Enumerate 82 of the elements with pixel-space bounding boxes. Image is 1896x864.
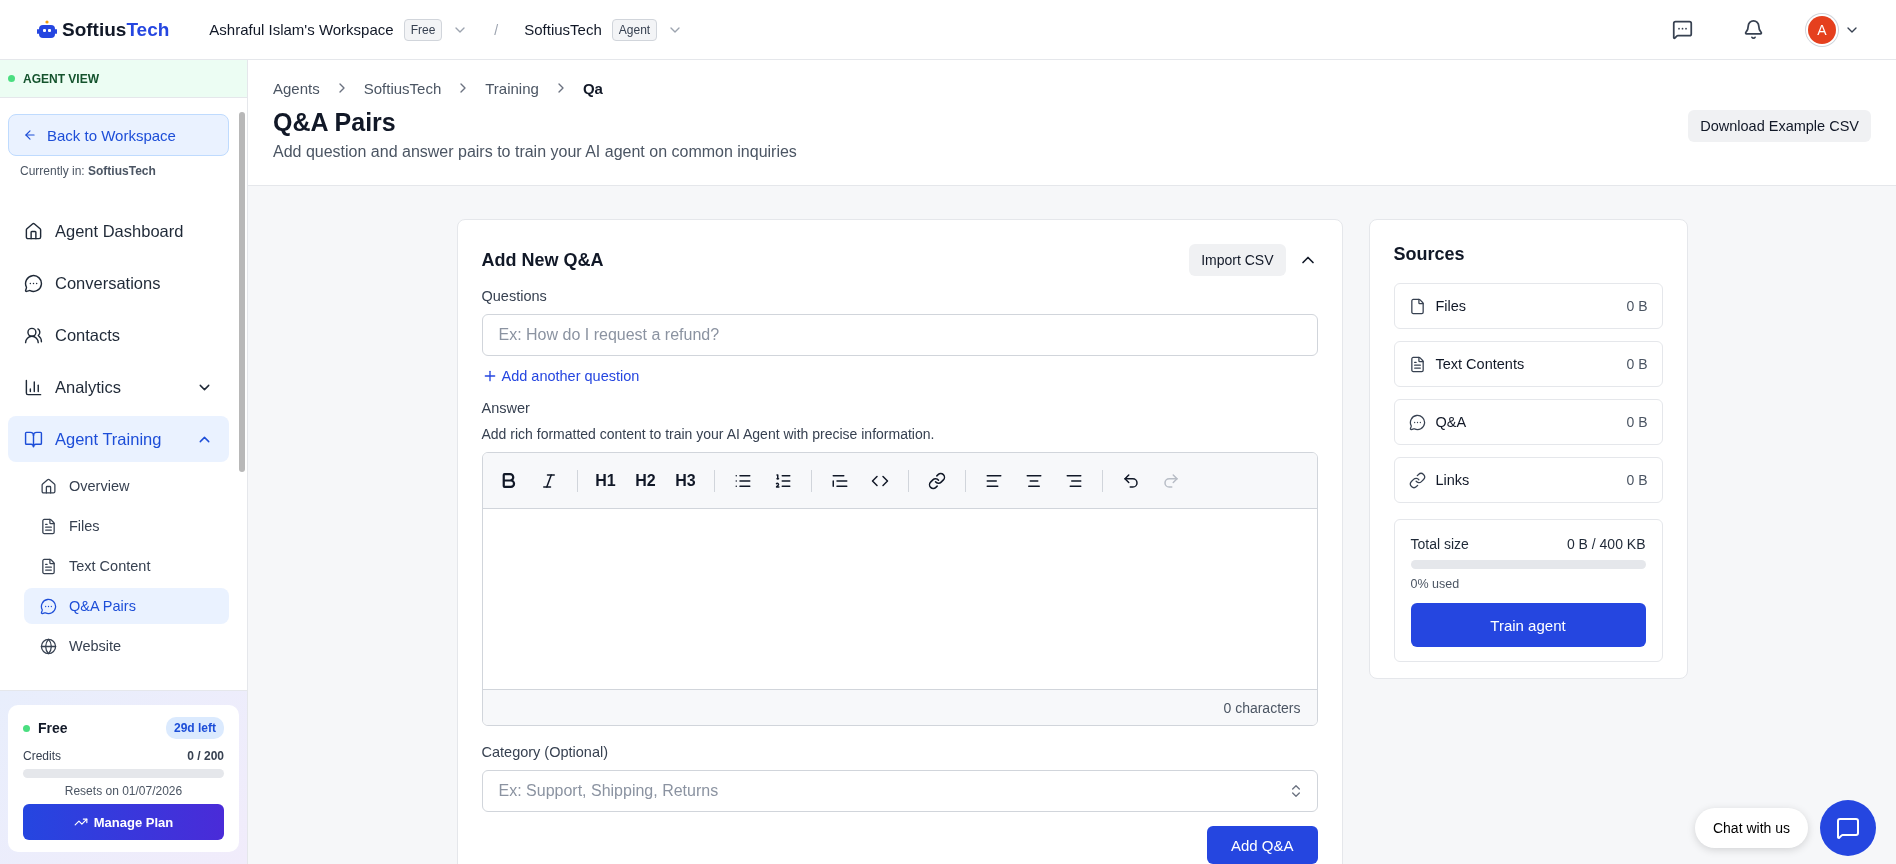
chat-bubble-icon xyxy=(1836,816,1860,840)
breadcrumb-item[interactable]: Agents xyxy=(273,79,320,97)
breadcrumb-item[interactable]: SoftiusTech xyxy=(363,79,442,97)
heading-button[interactable]: H2 xyxy=(627,463,664,498)
sidebar-subitem[interactable]: Q&A Pairs xyxy=(24,588,229,624)
question-input[interactable]: Ex: How do I request a refund? xyxy=(481,314,1318,356)
document-icon xyxy=(40,557,57,575)
chat-bubble-icon xyxy=(1672,19,1693,40)
sidebar-item[interactable]: Conversations xyxy=(8,260,229,306)
link-icon xyxy=(927,471,946,490)
separator: / xyxy=(494,21,499,38)
users-icon xyxy=(24,325,43,345)
manage-plan-button[interactable]: Manage Plan xyxy=(23,804,224,840)
chat-bubble-icon xyxy=(40,597,57,615)
sidebar-item[interactable]: Agent Dashboard xyxy=(8,208,229,254)
robot-logo-icon xyxy=(36,18,58,41)
sidebar-subitem[interactable]: Overview xyxy=(24,468,229,504)
breadcrumb-item[interactable]: Training xyxy=(485,79,539,97)
scrollbar-thumb[interactable] xyxy=(239,112,245,472)
bell-icon xyxy=(1743,19,1764,40)
source-item: Q&A 0 B xyxy=(1393,399,1663,445)
status-dot xyxy=(23,724,30,732)
file-icon xyxy=(1408,297,1426,315)
field-label: Questions xyxy=(481,288,548,304)
document-icon xyxy=(1408,355,1426,373)
sidebar-item[interactable]: Contacts xyxy=(8,312,229,358)
field-label: Answer xyxy=(481,400,531,416)
character-count: 0 characters xyxy=(1223,699,1301,716)
total-size-label: Total size xyxy=(1410,536,1470,552)
sources-title: Sources xyxy=(1393,244,1466,265)
category-select[interactable]: Ex: Support, Shipping, Returns xyxy=(481,770,1318,812)
bar-chart-icon xyxy=(24,377,43,397)
sidebar-subitem[interactable]: Text Content xyxy=(24,548,229,584)
page-subtitle: Add question and answer pairs to train your AI agent on common inquiries xyxy=(273,143,798,161)
source-item: Files 0 B xyxy=(1393,283,1663,329)
source-item: Text Contents 0 B xyxy=(1393,341,1663,387)
add-question-link[interactable]: Add another question xyxy=(481,368,640,384)
document-icon xyxy=(40,517,57,535)
import-csv-button[interactable]: Import CSV xyxy=(1189,244,1286,276)
status-dot xyxy=(8,75,15,82)
plan-badge: Free xyxy=(403,18,443,41)
heading-button[interactable]: H3 xyxy=(667,463,704,498)
download-csv-button[interactable]: Download Example CSV xyxy=(1688,110,1871,142)
page-title: Q&A Pairs xyxy=(273,108,397,137)
sidebar-item[interactable]: Agent Training xyxy=(8,416,229,462)
answer-hint: Add rich formatted content to train your AI Agent with precise information. xyxy=(481,426,936,442)
days-left-badge: 29d left xyxy=(166,717,224,739)
redo-icon xyxy=(1161,471,1180,490)
usage-text: 0% used xyxy=(1410,577,1461,591)
sidebar-subitem[interactable]: Files xyxy=(24,508,229,544)
numbered-list-icon xyxy=(773,471,792,490)
chat-bubble-icon xyxy=(1408,413,1426,431)
workspace-name[interactable]: Ashraful Islam's Workspace xyxy=(209,21,394,38)
home-icon xyxy=(24,221,43,241)
current-agent-text: Currently in: SoftiusTech xyxy=(19,163,157,180)
card-title: Add New Q&A xyxy=(481,249,605,271)
chat-with-us-button[interactable]: Chat with us xyxy=(1694,808,1808,848)
field-label: Category (Optional) xyxy=(481,744,610,760)
source-item: Links 0 B xyxy=(1393,457,1663,503)
resets-text: Resets on 01/07/2026 xyxy=(63,784,184,798)
total-size-value: 0 B / 400 KB xyxy=(1566,536,1646,552)
home-icon xyxy=(40,477,57,495)
link-icon xyxy=(1408,471,1426,489)
plan-name: Free xyxy=(38,720,69,736)
brand-name: SoftiusTech xyxy=(62,18,170,41)
add-qa-button[interactable]: Add Q&A xyxy=(1206,826,1318,864)
breadcrumb-item: Qa xyxy=(582,79,603,97)
agent-badge: Agent xyxy=(611,18,658,41)
user-avatar[interactable]: A xyxy=(1808,15,1836,44)
back-to-workspace-button[interactable]: Back to Workspace xyxy=(8,114,229,156)
train-agent-button[interactable]: Train agent xyxy=(1410,603,1646,647)
agent-view-label: AGENT VIEW xyxy=(23,71,99,86)
sidebar-item[interactable]: Analytics xyxy=(8,364,229,410)
sidebar-subitem[interactable]: Website xyxy=(24,628,229,664)
heading-button[interactable]: H1 xyxy=(587,463,624,498)
credits-value: 0 / 200 xyxy=(187,749,224,763)
globe-icon xyxy=(40,637,57,655)
agent-name[interactable]: SoftiusTech xyxy=(524,21,602,38)
credits-label: Credits xyxy=(23,749,62,763)
book-icon xyxy=(24,429,43,449)
undo-icon xyxy=(1121,471,1140,490)
chat-bubble-icon xyxy=(24,273,43,293)
